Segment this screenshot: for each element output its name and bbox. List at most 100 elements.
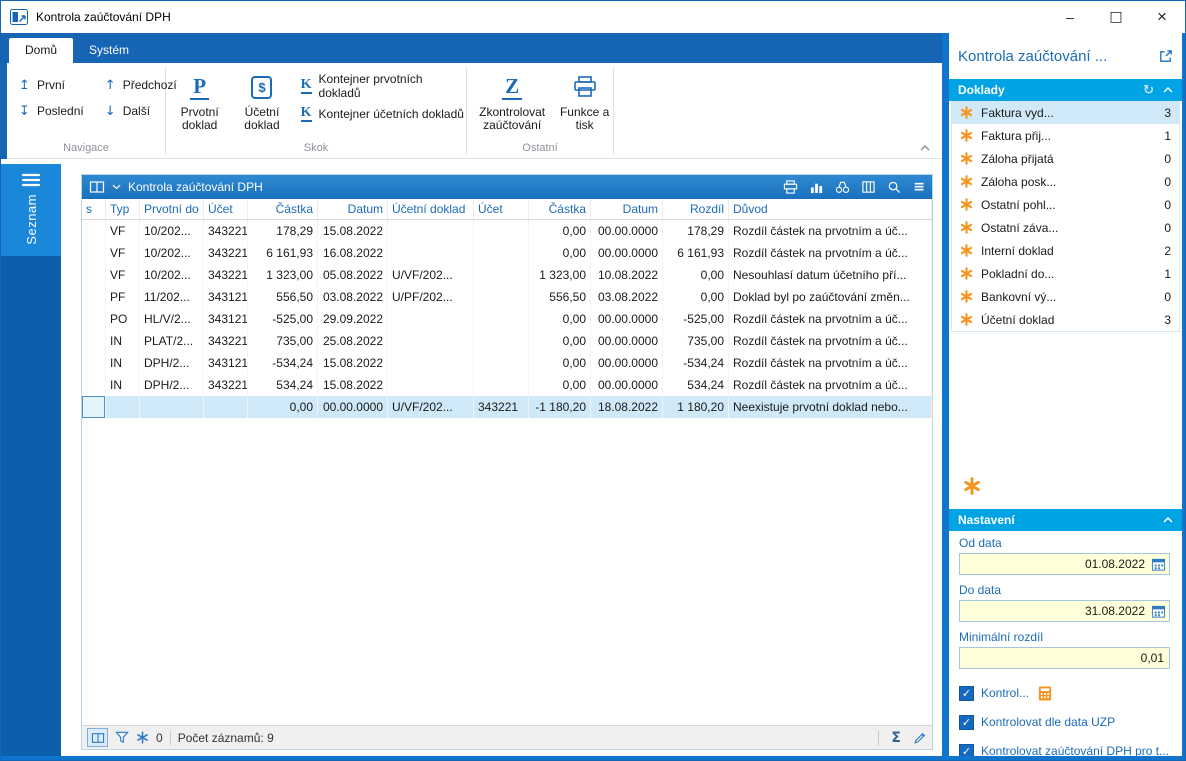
- filter-icon[interactable]: [115, 731, 129, 744]
- grid-menu-icon[interactable]: ≡: [913, 180, 925, 194]
- checkbox[interactable]: ✓: [959, 715, 974, 730]
- table-row[interactable]: VF10/202...343221178,2915.08.20220,0000.…: [82, 220, 932, 242]
- field-value: 01.08.2022: [1085, 557, 1145, 571]
- kontejner-prvotnich-button[interactable]: K Kontejner prvotních dokladů: [301, 76, 466, 95]
- column-header-2[interactable]: Prvotní do: [140, 199, 204, 219]
- doklady-item[interactable]: Záloha posk...0: [952, 170, 1179, 193]
- binoculars-icon[interactable]: [835, 180, 850, 194]
- window-frame-strip: [1182, 33, 1185, 760]
- table-cell: -525,00: [248, 308, 318, 330]
- column-chooser-icon[interactable]: [861, 180, 876, 194]
- column-header-6[interactable]: Účetní doklad: [388, 199, 474, 219]
- table-cell: 00.00.0000: [591, 220, 663, 242]
- checkbox-row[interactable]: ✓Kontrol...: [959, 684, 1170, 702]
- tab-system[interactable]: Systém: [73, 38, 145, 63]
- collapse-section-icon[interactable]: [1163, 517, 1173, 523]
- doklady-list: Faktura vyd...3Faktura přij...1Záloha př…: [951, 101, 1180, 332]
- maximize-button[interactable]: □: [1093, 1, 1139, 33]
- chevron-down-icon[interactable]: [112, 184, 121, 190]
- expand-panel-icon[interactable]: [1158, 49, 1173, 64]
- table-cell: [474, 220, 529, 242]
- column-header-4[interactable]: Částka: [248, 199, 318, 219]
- table-cell: PF: [106, 286, 140, 308]
- field-input[interactable]: 01.08.2022: [959, 553, 1170, 575]
- column-header-9[interactable]: Datum: [591, 199, 663, 219]
- field-label: Do data: [959, 583, 1170, 597]
- doklady-item-count: 0: [1164, 175, 1171, 189]
- first-button[interactable]: ↥ První: [15, 75, 87, 95]
- checkbox-row[interactable]: ✓Kontrolovat dle data UZP: [959, 713, 1170, 731]
- nastaveni-section-header[interactable]: Nastavení: [949, 509, 1182, 531]
- column-header-3[interactable]: Účet: [204, 199, 248, 219]
- doklady-item[interactable]: Ostatní záva...0: [952, 216, 1179, 239]
- checkbox[interactable]: ✓: [959, 686, 974, 701]
- table-row[interactable]: PF11/202...343121556,5003.08.2022U/PF/20…: [82, 286, 932, 308]
- doklady-item[interactable]: Interní doklad 2: [952, 239, 1179, 262]
- table-cell: 0,00: [529, 330, 591, 352]
- calendar-icon[interactable]: [1151, 604, 1166, 619]
- doklady-section-header[interactable]: Doklady ↻: [949, 79, 1182, 101]
- table-cell: Rozdíl částek na prvotním a úč...: [729, 352, 932, 374]
- column-header-11[interactable]: Důvod: [729, 199, 932, 219]
- column-header-5[interactable]: Datum: [318, 199, 388, 219]
- field-input[interactable]: 31.08.2022: [959, 600, 1170, 622]
- table-cell: 0,00: [529, 308, 591, 330]
- panel-splitter[interactable]: [942, 33, 949, 758]
- doklady-item[interactable]: Záloha přijatá0: [952, 147, 1179, 170]
- doklady-item[interactable]: Faktura přij...1: [952, 124, 1179, 147]
- columns-toggle-button[interactable]: [87, 728, 108, 747]
- doklady-item[interactable]: Faktura vyd...3: [952, 101, 1179, 124]
- table-cell: [82, 330, 106, 352]
- table-cell: 11/202...: [140, 286, 204, 308]
- table-row[interactable]: INDPH/2...343121-534,2415.08.20220,0000.…: [82, 352, 932, 374]
- calendar-icon[interactable]: [1151, 557, 1166, 572]
- columns-book-icon[interactable]: [89, 180, 105, 194]
- column-header-0[interactable]: s: [82, 199, 106, 219]
- table-cell: 343121: [204, 352, 248, 374]
- doklady-item[interactable]: Pokladní do...1: [952, 262, 1179, 285]
- doklady-item[interactable]: Ostatní pohl...0: [952, 193, 1179, 216]
- table-cell: DPH/2...: [140, 374, 204, 396]
- kontejner-prvotnich-label: Kontejner prvotních dokladů: [319, 72, 466, 100]
- doklady-item-label: Ostatní pohl...: [981, 198, 1156, 212]
- kontejner-ucetnich-button[interactable]: K Kontejner účetních dokladů: [301, 104, 466, 123]
- table-row[interactable]: VF10/202...3432211 323,0005.08.2022U/VF/…: [82, 264, 932, 286]
- close-button[interactable]: ×: [1139, 1, 1185, 33]
- window-frame-strip: [1, 756, 1185, 760]
- table-cell: 10/202...: [140, 264, 204, 286]
- doklady-item[interactable]: Účetní doklad3: [952, 308, 1179, 331]
- table-row[interactable]: INDPH/2...343221534,2415.08.20220,0000.0…: [82, 374, 932, 396]
- ribbon-collapse-chevron[interactable]: [920, 140, 930, 154]
- doklady-item-count: 1: [1164, 267, 1171, 281]
- chart-icon[interactable]: [809, 180, 824, 194]
- edit-pencil-icon[interactable]: [913, 731, 927, 745]
- last-button[interactable]: ↧ Poslední: [15, 101, 87, 121]
- table-row[interactable]: 0,0000.00.0000U/VF/202...343221-1 180,20…: [82, 396, 932, 418]
- collapse-section-icon[interactable]: [1163, 87, 1173, 93]
- column-header-10[interactable]: Rozdíl: [663, 199, 729, 219]
- table-cell: U/PF/202...: [388, 286, 474, 308]
- grid-title-bar: Kontrola zaúčtování DPH: [82, 175, 932, 199]
- menu-icon: [21, 173, 41, 187]
- funkce-tisk-label: Funkce a tisk: [556, 106, 613, 132]
- zoom-settings-icon[interactable]: [887, 180, 902, 194]
- doklady-item-count: 0: [1164, 221, 1171, 235]
- tab-domu[interactable]: Domů: [9, 38, 73, 63]
- column-header-8[interactable]: Částka: [529, 199, 591, 219]
- frozen-rows-icon[interactable]: [136, 731, 149, 744]
- minimize-button[interactable]: –: [1047, 1, 1093, 33]
- table-row[interactable]: VF10/202...3432216 161,9316.08.20220,000…: [82, 242, 932, 264]
- column-header-7[interactable]: Účet: [474, 199, 529, 219]
- sidebar-tab-seznam[interactable]: Seznam: [1, 164, 61, 256]
- print-icon[interactable]: [783, 180, 798, 194]
- table-row[interactable]: INPLAT/2...343221735,0025.08.20220,0000.…: [82, 330, 932, 352]
- sum-icon[interactable]: Σ: [891, 730, 901, 746]
- column-header-1[interactable]: Typ: [106, 199, 140, 219]
- field-input[interactable]: 0,01: [959, 647, 1170, 669]
- table-row[interactable]: POHL/V/2...343121-525,0029.09.20220,0000…: [82, 308, 932, 330]
- doklady-item-count: 2: [1164, 244, 1171, 258]
- doklady-item[interactable]: Bankovní vý...0: [952, 285, 1179, 308]
- doklady-item-label: Interní doklad: [981, 244, 1156, 258]
- refresh-icon[interactable]: ↻: [1143, 84, 1154, 97]
- table-cell: 0,00: [529, 242, 591, 264]
